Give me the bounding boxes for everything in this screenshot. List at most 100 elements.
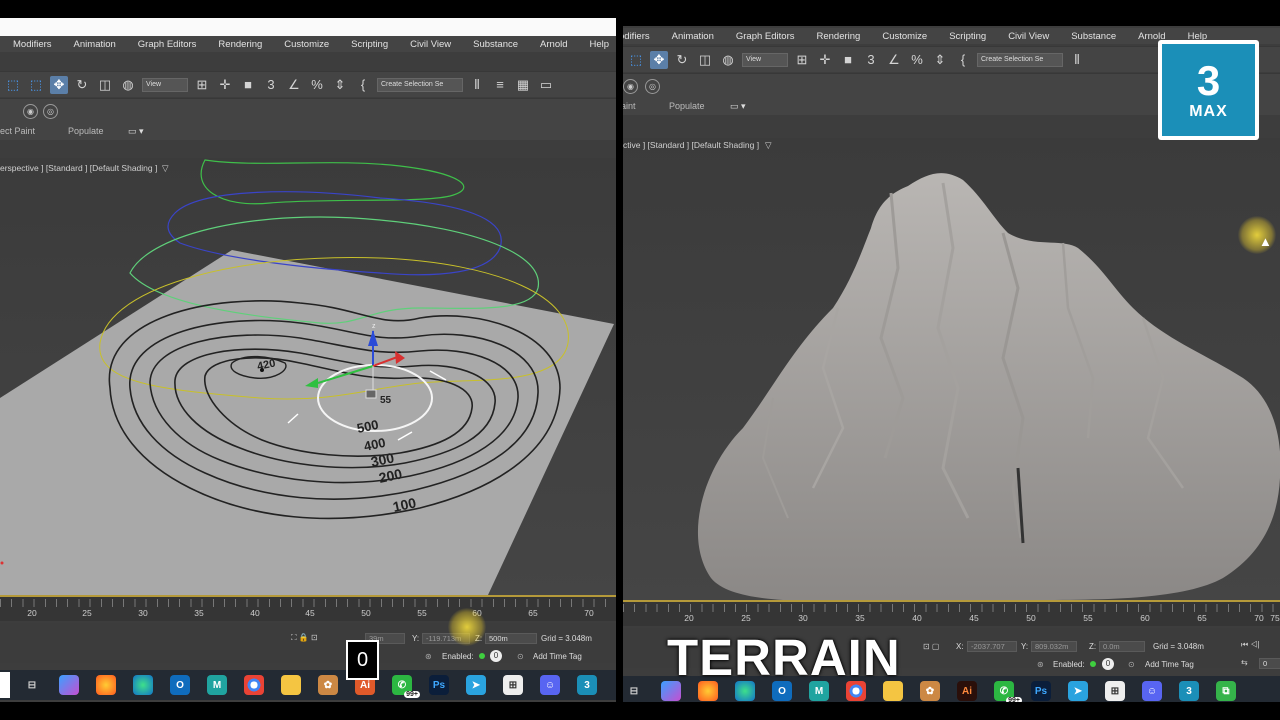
- menu-help[interactable]: Help: [590, 39, 610, 50]
- select-region-icon[interactable]: ⬚: [627, 51, 645, 69]
- menu-rendering[interactable]: Rendering: [817, 31, 861, 42]
- ribbon-populate[interactable]: Populate: [68, 126, 104, 136]
- goto-start-icon[interactable]: ⏮ ◁|: [1241, 640, 1260, 650]
- placement-icon[interactable]: ◍: [719, 51, 737, 69]
- ribbon-options-icon[interactable]: ▭ ▾: [730, 101, 746, 112]
- menu-customize[interactable]: Customize: [284, 39, 329, 50]
- app-icon[interactable]: ✿: [318, 675, 338, 695]
- pivot-icon[interactable]: ⊞: [793, 51, 811, 69]
- m-app-icon[interactable]: M: [207, 675, 227, 695]
- mirror-icon[interactable]: ⫴: [468, 76, 486, 94]
- menu-customize[interactable]: Customize: [882, 31, 927, 42]
- z-coordinate-field[interactable]: 500m: [485, 633, 537, 644]
- keyboard-shortcut-icon[interactable]: ■: [839, 51, 857, 69]
- ribbon-populate[interactable]: Populate: [669, 101, 705, 111]
- telegram-icon[interactable]: ➤: [1068, 681, 1088, 701]
- adaptive-degradation-icon[interactable]: ⊛: [1037, 660, 1044, 669]
- ribbon-circle-icon-2[interactable]: ◎: [43, 104, 58, 119]
- photoshop-icon[interactable]: Ps: [429, 675, 449, 695]
- x-coordinate-field[interactable]: -2037.707: [967, 641, 1017, 652]
- ribbon-object-paint[interactable]: ect Paint: [0, 126, 35, 136]
- percent-snap-icon[interactable]: %: [308, 76, 326, 94]
- illustrator-icon[interactable]: Ai: [957, 681, 977, 701]
- menu-civil-view[interactable]: Civil View: [410, 39, 451, 50]
- discord-icon[interactable]: ☺: [540, 675, 560, 695]
- reference-coordinate-select[interactable]: View: [742, 52, 788, 67]
- timeline-ruler[interactable]: 20 25 30 35 40 45 50 55 60 65 70: [0, 595, 616, 621]
- menu-animation[interactable]: Animation: [74, 39, 116, 50]
- chrome-icon[interactable]: [244, 675, 264, 695]
- snap-3d-icon[interactable]: 3: [262, 76, 280, 94]
- reference-coordinate-select[interactable]: View: [142, 77, 188, 92]
- ribbon-circle-icon[interactable]: ◉: [23, 104, 38, 119]
- terrain-mesh[interactable]: [698, 173, 1280, 600]
- z-coordinate-field[interactable]: 0.0m: [1099, 641, 1145, 652]
- menu-arnold[interactable]: Arnold: [540, 39, 567, 50]
- placement-icon[interactable]: ◍: [119, 76, 137, 94]
- menu-civil-view[interactable]: Civil View: [1008, 31, 1049, 42]
- y-coordinate-field[interactable]: 809.032m: [1031, 641, 1077, 652]
- menu-rendering[interactable]: Rendering: [218, 39, 262, 50]
- frame-field[interactable]: 0: [1259, 658, 1280, 669]
- menu-substance[interactable]: Substance: [473, 39, 518, 50]
- edit-named-selection-icon[interactable]: {: [954, 51, 972, 69]
- adaptive-degradation-icon[interactable]: ⊛: [425, 652, 432, 661]
- named-selection-select[interactable]: Create Selection Se: [977, 52, 1063, 67]
- enabled-toggle-icon[interactable]: [476, 651, 488, 660]
- move-icon[interactable]: ✥: [50, 75, 68, 94]
- photoshop-icon[interactable]: Ps: [1031, 681, 1051, 701]
- store-icon[interactable]: ⊞: [1105, 681, 1125, 701]
- ribbon-options-icon[interactable]: ▭ ▾: [128, 126, 144, 137]
- perspective-viewport[interactable]: ctive ] [Standard ] [Default Shading ] ▽: [623, 138, 1280, 600]
- select-manipulate-icon[interactable]: ✛: [216, 76, 234, 94]
- whatsapp-icon[interactable]: ✆ 99+: [392, 675, 420, 698]
- select-manipulate-icon[interactable]: ✛: [816, 51, 834, 69]
- isolate-icon[interactable]: 0: [1102, 658, 1114, 670]
- copilot-icon[interactable]: [59, 675, 79, 695]
- select-region-icon[interactable]: ⬚: [4, 76, 22, 94]
- named-selection-select[interactable]: Create Selection Se: [377, 77, 463, 92]
- task-view-icon[interactable]: ⊟: [624, 681, 644, 701]
- discord-icon[interactable]: ☺: [1142, 681, 1162, 701]
- toggle-ribbon-icon[interactable]: ▭: [537, 76, 555, 94]
- edge-icon[interactable]: [133, 675, 153, 695]
- angle-snap-icon[interactable]: ∠: [285, 76, 303, 94]
- mirror-icon[interactable]: ⫴: [1068, 51, 1086, 69]
- menu-graph-editors[interactable]: Graph Editors: [138, 39, 197, 50]
- keyboard-shortcut-icon[interactable]: ■: [239, 76, 257, 94]
- 3dsmax-taskbar-icon[interactable]: 3: [1179, 681, 1199, 701]
- store-icon[interactable]: ⊞: [503, 675, 523, 695]
- layer-explorer-icon[interactable]: ▦: [514, 76, 532, 94]
- menu-animation[interactable]: Animation: [672, 31, 714, 42]
- enabled-toggle-icon[interactable]: [1087, 659, 1099, 668]
- menu-substance[interactable]: Substance: [1071, 31, 1116, 42]
- selection-lock-icon[interactable]: ⊡ ▢: [923, 642, 939, 651]
- ribbon-circle-icon[interactable]: ◉: [623, 79, 638, 94]
- time-tag-icon[interactable]: ⊙: [517, 652, 524, 661]
- menu-modifiers[interactable]: Modifiers: [13, 39, 52, 50]
- task-view-icon[interactable]: ⊟: [22, 675, 42, 695]
- perspective-viewport[interactable]: erspective ] [Standard ] [Default Shadin…: [0, 158, 616, 595]
- edit-named-selection-icon[interactable]: {: [354, 76, 372, 94]
- whatsapp-icon[interactable]: ✆ 99+: [994, 681, 1022, 702]
- menu-scripting[interactable]: Scripting: [351, 39, 388, 50]
- menu-modifiers[interactable]: odifiers: [623, 31, 650, 42]
- add-time-tag[interactable]: Add Time Tag: [1145, 660, 1194, 669]
- 3dsmax-taskbar-icon[interactable]: 3: [577, 675, 597, 695]
- time-tag-icon[interactable]: ⊙: [1128, 660, 1135, 669]
- ribbon-object-paint[interactable]: aint: [623, 101, 636, 111]
- app-icon[interactable]: ✿: [920, 681, 940, 701]
- percent-snap-icon[interactable]: %: [908, 51, 926, 69]
- align-icon[interactable]: ≡: [491, 76, 509, 94]
- scale-icon[interactable]: ◫: [696, 51, 714, 69]
- pivot-icon[interactable]: ⊞: [193, 76, 211, 94]
- ribbon-circle-icon-2[interactable]: ◎: [645, 79, 660, 94]
- outlook-icon[interactable]: O: [170, 675, 190, 695]
- window-crossing-icon[interactable]: ⬚: [27, 76, 45, 94]
- isolate-icon[interactable]: 0: [490, 650, 502, 662]
- green-app-icon[interactable]: ⧉: [1216, 681, 1236, 701]
- file-explorer-icon[interactable]: [281, 675, 301, 695]
- spinner-snap-icon[interactable]: ⇕: [331, 76, 349, 94]
- rotate-icon[interactable]: ↻: [73, 76, 91, 94]
- rotate-icon[interactable]: ↻: [673, 51, 691, 69]
